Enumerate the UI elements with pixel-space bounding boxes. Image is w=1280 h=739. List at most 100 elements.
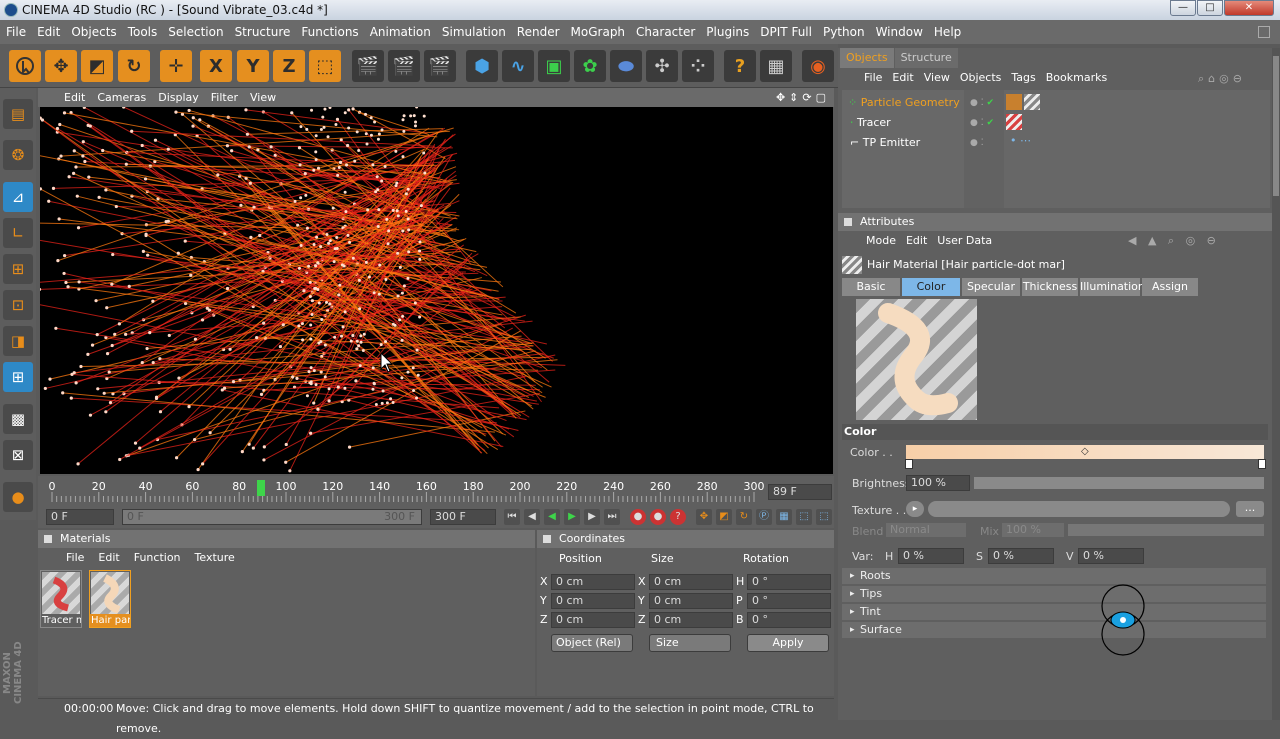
uv-mode-icon[interactable]: ⊞ (3, 362, 33, 392)
particles-icon[interactable]: ⁘ (682, 50, 714, 82)
maximize-button[interactable]: □ (1197, 0, 1223, 16)
viewport-menu-cameras[interactable]: Cameras (91, 88, 152, 107)
apply-button[interactable]: Apply (747, 634, 829, 652)
object-tp-emitter[interactable]: ⌐ TP Emitter (850, 133, 920, 153)
texture-slot[interactable] (928, 501, 1230, 517)
object-particle-geometry[interactable]: ⁘ Particle Geometry (848, 93, 960, 113)
close-button[interactable]: ✕ (1224, 0, 1274, 16)
group-tips[interactable]: Tips (842, 586, 1266, 602)
record-icon[interactable]: ● (630, 509, 646, 525)
group-roots[interactable]: Roots (842, 568, 1266, 584)
model-mode-icon[interactable]: ❂ (3, 140, 33, 170)
play-backward-icon[interactable]: ◀ (544, 509, 560, 525)
help-icon[interactable]: ? (724, 50, 756, 82)
layout-icon[interactable] (1258, 26, 1270, 38)
render-picture-viewer-icon[interactable]: 🎬 (388, 50, 420, 82)
objects-menu-tags[interactable]: Tags (1011, 71, 1035, 84)
menu-structure[interactable]: Structure (229, 20, 296, 44)
tab-basic[interactable]: Basic (842, 278, 900, 296)
pos-x-field[interactable]: 0 cm (551, 574, 635, 590)
materials-menu-file[interactable]: File (66, 551, 84, 564)
deformer-icon[interactable]: ⬬ (610, 50, 642, 82)
pos-y-field[interactable]: 0 cm (551, 593, 635, 609)
size-z-field[interactable]: 0 cm (649, 612, 733, 628)
polygons-mode-icon[interactable]: ◨ (3, 326, 33, 356)
object-mode-icon[interactable]: ⊿ (3, 182, 33, 212)
menu-simulation[interactable]: Simulation (436, 20, 511, 44)
tab-specular[interactable]: Specular (962, 278, 1020, 296)
visibility-dots-icon[interactable]: ● ⁚ ✔ (970, 98, 994, 108)
viewport-menu-edit[interactable]: Edit (38, 88, 91, 107)
menu-window[interactable]: Window (870, 20, 928, 44)
render-view-icon[interactable]: 🎬 (352, 50, 384, 82)
minimize-button[interactable]: — (1170, 0, 1196, 16)
menu-functions[interactable]: Functions (295, 20, 363, 44)
layout-icon-1[interactable]: ▤ (3, 99, 33, 129)
rot-b-field[interactable]: 0 ° (747, 612, 831, 628)
timeline-ruler[interactable]: 0204060801001201401601802002202402602803… (38, 476, 834, 506)
tab-illumination[interactable]: Illumination (1080, 278, 1140, 296)
scale-tool-icon[interactable]: ◩ (81, 50, 113, 82)
snap-icon[interactable]: ● (3, 482, 33, 512)
var-v-field[interactable]: 0 % (1078, 548, 1144, 564)
object-tracer[interactable]: ⋅ Tracer (850, 113, 891, 133)
coord-mode-dropdown[interactable]: Object (Rel) (551, 634, 633, 652)
range-slider[interactable]: 0 F300 F (122, 509, 422, 525)
menu-selection[interactable]: Selection (162, 20, 228, 44)
var-s-field[interactable]: 0 % (988, 548, 1054, 564)
menu-edit[interactable]: Edit (31, 20, 65, 44)
tab-assign[interactable]: Assign (1142, 278, 1198, 296)
objects-search-icon[interactable]: ⌕⌂◎⊖ (1198, 72, 1246, 86)
material-tracer[interactable]: Tracer m (40, 570, 82, 628)
viewport-3d[interactable] (40, 107, 833, 474)
gradient-stop-left[interactable] (905, 459, 913, 469)
material-preview-large[interactable] (856, 299, 977, 420)
move-tool-icon[interactable]: ✥ (45, 50, 77, 82)
menu-render[interactable]: Render (511, 20, 565, 44)
attr-menu-edit[interactable]: Edit (906, 234, 927, 247)
scrollbar-thumb[interactable] (1273, 56, 1279, 196)
objects-menu-view[interactable]: View (924, 71, 950, 84)
viewport-menu-filter[interactable]: Filter (205, 88, 244, 107)
calendar-icon[interactable]: ▦ (760, 50, 792, 82)
playhead[interactable] (257, 480, 265, 496)
gradient-knot-icon[interactable]: ◇ (1081, 446, 1089, 457)
edges-mode-icon[interactable]: ⊡ (3, 290, 33, 320)
menu-character[interactable]: Character (630, 20, 700, 44)
next-key-icon[interactable]: ▶︎ (584, 509, 600, 525)
keyframe-selection-icon[interactable]: ? (670, 509, 686, 525)
attr-menu-user-data[interactable]: User Data (937, 234, 992, 247)
objects-menu-bookmarks[interactable]: Bookmarks (1046, 71, 1107, 84)
texture-mode-icon[interactable]: ▩ (3, 404, 33, 434)
menu-plugins[interactable]: Plugins (700, 20, 754, 44)
objects-menu-file[interactable]: File (864, 71, 882, 84)
spline-icon[interactable]: ∿ (502, 50, 534, 82)
key-pla-icon[interactable]: ▦ (776, 509, 792, 525)
y-axis-button[interactable]: Y (237, 50, 269, 82)
key-position-icon[interactable]: ✥ (696, 509, 712, 525)
hair-material-tag-icon[interactable] (1024, 94, 1040, 110)
key-param-icon[interactable]: Ⓟ (756, 509, 772, 525)
viewport-nav-icons[interactable]: ✥⇕⟳▢ (776, 88, 830, 107)
texture-browse-button[interactable]: ... (1236, 501, 1264, 517)
brightness-slider[interactable] (974, 477, 1264, 489)
coordinate-system-icon[interactable]: ⬚ (309, 50, 341, 82)
material-hair[interactable]: Hair parti (89, 570, 131, 628)
play-icon[interactable]: ▶ (564, 509, 580, 525)
axis-mode-icon[interactable]: ∟ (3, 218, 33, 248)
points-mode-icon[interactable]: ⊞ (3, 254, 33, 284)
menu-objects[interactable]: Objects (65, 20, 121, 44)
emitter-tag-icon[interactable]: • ⋯ (1010, 134, 1031, 147)
key-interp-icon[interactable]: ⬚ (816, 509, 832, 525)
size-x-field[interactable]: 0 cm (649, 574, 733, 590)
rotate-tool-icon[interactable]: ↻ (118, 50, 150, 82)
tab-color[interactable]: Color (902, 278, 960, 296)
size-y-field[interactable]: 0 cm (649, 593, 733, 609)
subdivision-icon[interactable]: ▣ (538, 50, 570, 82)
move-tool-2-icon[interactable]: ✛ (160, 50, 192, 82)
materials-menu-edit[interactable]: Edit (98, 551, 119, 564)
layer-icon[interactable]: ◉ (802, 50, 834, 82)
objects-menu-objects[interactable]: Objects (960, 71, 1002, 84)
current-frame-field[interactable]: 89 F (768, 484, 832, 500)
key-rotation-icon[interactable]: ↻ (736, 509, 752, 525)
